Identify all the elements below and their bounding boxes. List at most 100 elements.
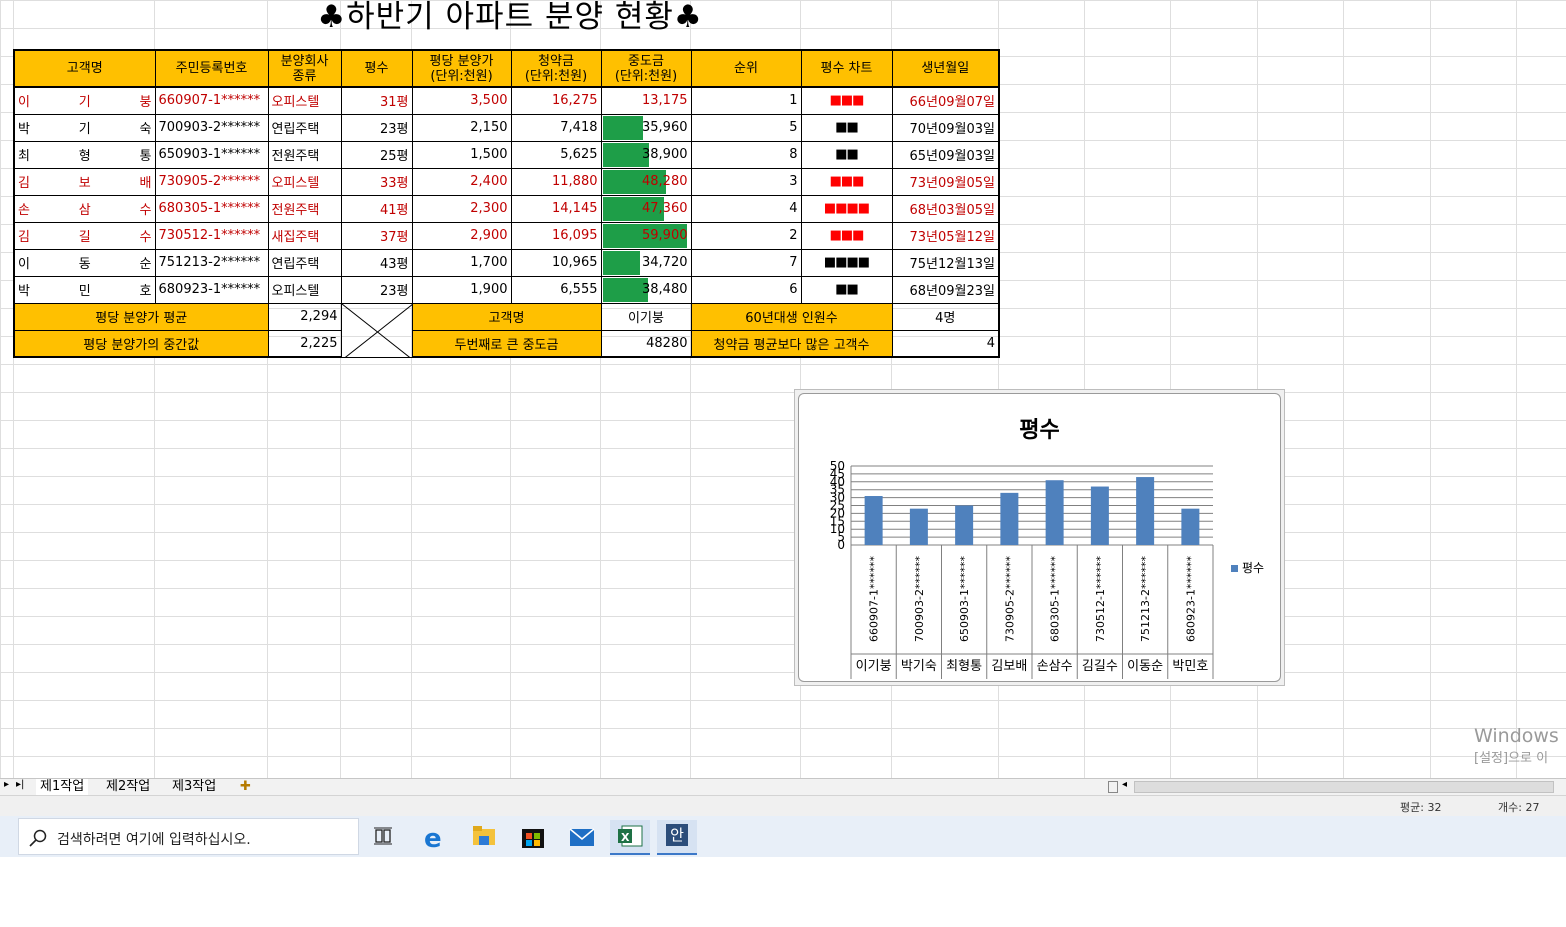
birth-date-cell[interactable]: 68년09월23일 bbox=[891, 275, 1000, 304]
size-chart-cell[interactable]: ■■ bbox=[800, 113, 893, 142]
header-cell[interactable]: 청약금 (단위:천원) bbox=[510, 49, 602, 88]
size-cell[interactable]: 23평 bbox=[340, 113, 413, 142]
median-value-cell[interactable]: 2,225 bbox=[267, 329, 342, 358]
deposit-cell[interactable]: 6,555 bbox=[510, 275, 602, 304]
avg-label-cell[interactable]: 평당 분양가 평균 bbox=[13, 302, 269, 331]
size-cell[interactable]: 33평 bbox=[340, 167, 413, 196]
rank-cell[interactable]: 2 bbox=[690, 221, 802, 250]
size-cell[interactable]: 23평 bbox=[340, 275, 413, 304]
header-cell[interactable]: 고객명 bbox=[13, 49, 156, 88]
above-avg-label-cell[interactable]: 청약금 평균보다 많은 고객수 bbox=[690, 329, 893, 358]
company-type-cell[interactable]: 전원주택 bbox=[267, 194, 342, 223]
tab-sheet1[interactable]: 제1작업 bbox=[36, 779, 89, 795]
header-cell[interactable]: 평수 차트 bbox=[800, 49, 893, 88]
task-view-icon[interactable] bbox=[364, 820, 404, 853]
sixties-value-cell[interactable]: 4명 bbox=[891, 302, 1000, 331]
interim-payment-cell[interactable]: 47,360 bbox=[600, 194, 692, 223]
header-cell[interactable]: 중도금 (단위:천원) bbox=[600, 49, 692, 88]
company-type-cell[interactable]: 연립주택 bbox=[267, 248, 342, 277]
birth-date-cell[interactable]: 70년09월03일 bbox=[891, 113, 1000, 142]
ime-indicator[interactable]: 안 bbox=[657, 820, 697, 855]
customer-name-cell[interactable]: 박기숙 bbox=[13, 113, 156, 142]
header-cell[interactable]: 분양회사 종류 bbox=[267, 49, 342, 88]
header-cell[interactable]: 주민등록번호 bbox=[154, 49, 269, 88]
deposit-cell[interactable]: 7,418 bbox=[510, 113, 602, 142]
taskbar-search-input[interactable]: 검색하려면 여기에 입력하십시오. bbox=[18, 818, 359, 855]
resident-id-cell[interactable]: 660907-1****** bbox=[154, 86, 269, 115]
header-cell[interactable]: 순위 bbox=[690, 49, 802, 88]
rank-cell[interactable]: 7 bbox=[690, 248, 802, 277]
company-type-cell[interactable]: 연립주택 bbox=[267, 113, 342, 142]
tab-scroll-prev-icon[interactable]: ▸ bbox=[4, 779, 9, 790]
resident-id-cell[interactable]: 700903-2****** bbox=[154, 113, 269, 142]
customer-name-cell[interactable]: 최형통 bbox=[13, 140, 156, 169]
birth-date-cell[interactable]: 65년09월03일 bbox=[891, 140, 1000, 169]
chart-area[interactable]: 평수 0 5 10 15 20 25 30 35 40 45 50 660907-1****** 이기붕… bbox=[798, 393, 1281, 682]
deposit-cell[interactable]: 16,095 bbox=[510, 221, 602, 250]
company-type-cell[interactable]: 오피스텔 bbox=[267, 167, 342, 196]
avg-value-cell[interactable]: 2,294 bbox=[267, 302, 342, 331]
size-cell[interactable]: 43평 bbox=[340, 248, 413, 277]
median-label-cell[interactable]: 평당 분양가의 중간값 bbox=[13, 329, 269, 358]
deposit-cell[interactable]: 16,275 bbox=[510, 86, 602, 115]
interim-payment-cell[interactable]: 35,960 bbox=[600, 113, 692, 142]
customer-name-cell[interactable]: 손삼수 bbox=[13, 194, 156, 223]
resident-id-cell[interactable]: 751213-2****** bbox=[154, 248, 269, 277]
rank-cell[interactable]: 8 bbox=[690, 140, 802, 169]
size-chart-cell[interactable]: ■■■■ bbox=[800, 194, 893, 223]
size-cell[interactable]: 25평 bbox=[340, 140, 413, 169]
interim-payment-cell[interactable]: 34,720 bbox=[600, 248, 692, 277]
unit-price-cell[interactable]: 2,150 bbox=[411, 113, 512, 142]
rank-cell[interactable]: 3 bbox=[690, 167, 802, 196]
interim-payment-cell[interactable]: 59,900 bbox=[600, 221, 692, 250]
unit-price-cell[interactable]: 1,900 bbox=[411, 275, 512, 304]
size-cell[interactable]: 31평 bbox=[340, 86, 413, 115]
empty-cross-cell[interactable] bbox=[340, 302, 413, 358]
file-explorer-icon[interactable] bbox=[464, 820, 504, 853]
second-value-cell[interactable]: 48280 bbox=[600, 329, 692, 358]
interim-payment-cell[interactable]: 48,280 bbox=[600, 167, 692, 196]
customer-name-cell[interactable]: 이기붕 bbox=[13, 86, 156, 115]
scroll-left-icon[interactable]: ◂ bbox=[1122, 779, 1127, 790]
split-handle[interactable] bbox=[1108, 781, 1118, 793]
unit-price-cell[interactable]: 3,500 bbox=[411, 86, 512, 115]
chart-frame[interactable]: 평수 0 5 10 15 20 25 30 35 40 45 50 660907-1****** 이기붕… bbox=[794, 389, 1285, 686]
header-cell[interactable]: 평수 bbox=[340, 49, 413, 88]
rank-cell[interactable]: 4 bbox=[690, 194, 802, 223]
size-cell[interactable]: 37평 bbox=[340, 221, 413, 250]
unit-price-cell[interactable]: 2,400 bbox=[411, 167, 512, 196]
customer-label-cell[interactable]: 고객명 bbox=[411, 302, 602, 331]
unit-price-cell[interactable]: 1,700 bbox=[411, 248, 512, 277]
mail-icon[interactable] bbox=[562, 820, 602, 853]
tab-sheet2[interactable]: 제2작업 bbox=[102, 779, 154, 795]
interim-payment-cell[interactable]: 38,480 bbox=[600, 275, 692, 304]
tab-scroll-last-icon[interactable]: ▸| bbox=[16, 779, 24, 790]
spreadsheet-grid[interactable]: ♣하반기 아파트 분양 현황♣ 고객명 주민등록번호 분양회사 종류 평수 평당 분양가… bbox=[0, 0, 1566, 778]
unit-price-cell[interactable]: 1,500 bbox=[411, 140, 512, 169]
company-type-cell[interactable]: 오피스텔 bbox=[267, 275, 342, 304]
customer-name-cell[interactable]: 김보배 bbox=[13, 167, 156, 196]
deposit-cell[interactable]: 10,965 bbox=[510, 248, 602, 277]
edge-browser-icon[interactable]: e bbox=[414, 820, 454, 854]
customer-name-cell[interactable]: 이동순 bbox=[13, 248, 156, 277]
company-type-cell[interactable]: 새집주택 bbox=[267, 221, 342, 250]
rank-cell[interactable]: 1 bbox=[690, 86, 802, 115]
resident-id-cell[interactable]: 680923-1****** bbox=[154, 275, 269, 304]
new-sheet-icon[interactable]: ✚ bbox=[236, 779, 255, 795]
data-table[interactable]: 고객명 주민등록번호 분양회사 종류 평수 평당 분양가 (단위:천원) 청약금 (단위:… bbox=[13, 49, 1000, 358]
unit-price-cell[interactable]: 2,900 bbox=[411, 221, 512, 250]
customer-value-cell[interactable]: 이기붕 bbox=[600, 302, 692, 331]
interim-payment-cell[interactable]: 38,900 bbox=[600, 140, 692, 169]
birth-date-cell[interactable]: 75년12월13일 bbox=[891, 248, 1000, 277]
customer-name-cell[interactable]: 김길수 bbox=[13, 221, 156, 250]
company-type-cell[interactable]: 오피스텔 bbox=[267, 86, 342, 115]
company-type-cell[interactable]: 전원주택 bbox=[267, 140, 342, 169]
birth-date-cell[interactable]: 68년03월05일 bbox=[891, 194, 1000, 223]
tab-sheet3[interactable]: 제3작업 bbox=[168, 779, 220, 795]
rank-cell[interactable]: 6 bbox=[690, 275, 802, 304]
second-label-cell[interactable]: 두번째로 큰 중도금 bbox=[411, 329, 602, 358]
header-cell[interactable]: 생년월일 bbox=[891, 49, 1000, 88]
deposit-cell[interactable]: 11,880 bbox=[510, 167, 602, 196]
resident-id-cell[interactable]: 730512-1****** bbox=[154, 221, 269, 250]
resident-id-cell[interactable]: 650903-1****** bbox=[154, 140, 269, 169]
